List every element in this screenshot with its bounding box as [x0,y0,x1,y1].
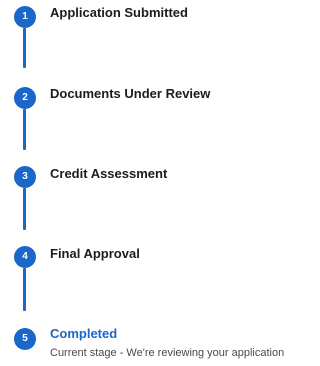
step-2-number-badge: 2 [14,87,36,109]
step-4-number-badge: 4 [14,246,36,268]
step-3-connector-line [23,188,26,230]
step-5-title: Completed [50,326,118,341]
step-3-number-badge: 3 [14,166,36,188]
step-4-connector-line [23,268,26,311]
step-5-description: Current stage - We're reviewing your app… [50,347,285,359]
step-5-number-badge: 5 [14,328,36,350]
step-4-title: Final Approval [50,246,140,261]
step-2-connector-line [23,109,26,150]
step-2-title: Documents Under Review [50,86,211,101]
step-1-connector-line [23,28,26,68]
step-1-number-badge: 1 [14,6,36,28]
progress-stepper: 1 Application Submitted 2 Documents Unde… [0,0,314,366]
step-3-title: Credit Assessment [50,166,168,181]
step-1-title: Application Submitted [50,5,188,20]
